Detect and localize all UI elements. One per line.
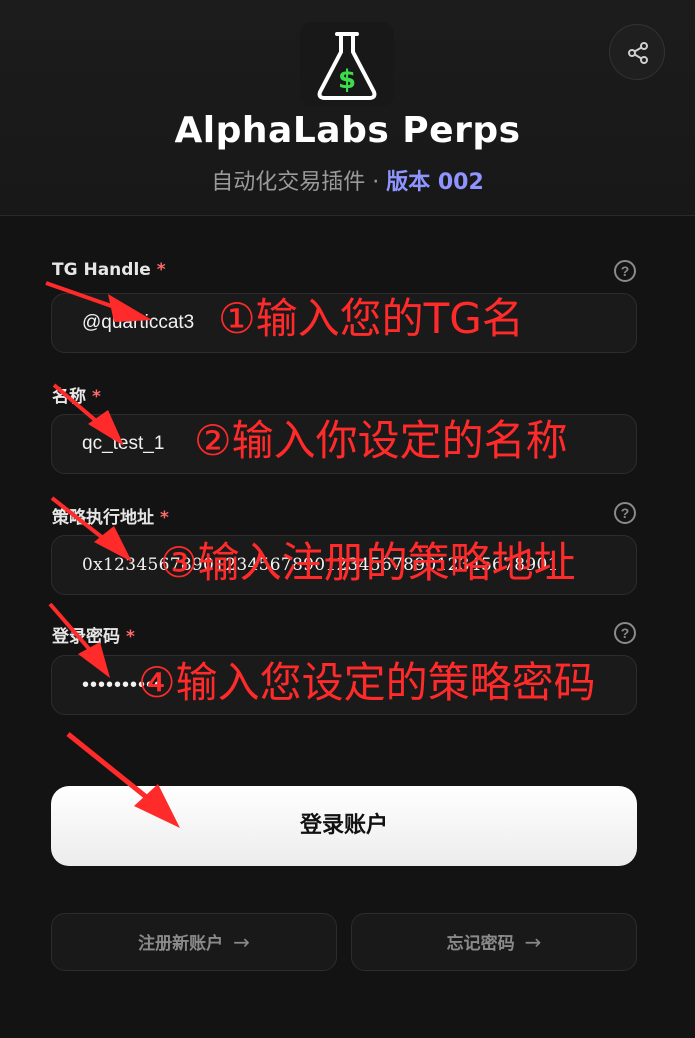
strategy-address-label: 策略执行地址 *	[52, 503, 169, 528]
forgot-password-button[interactable]: 忘记密码 →	[351, 913, 637, 971]
annotation-strategy-address: ③输入注册的策略地址	[160, 538, 576, 587]
arrow-right-icon: →	[524, 930, 542, 954]
tg-handle-label-text: TG Handle	[52, 260, 151, 280]
app-logo: $	[300, 22, 394, 106]
version-badge: 版本 002	[386, 170, 484, 195]
app-subtitle: 自动化交易插件 · 版本 002	[0, 164, 695, 196]
annotation-password: ④输入您设定的策略密码	[138, 658, 596, 707]
header: $ AlphaLabs Perps 自动化交易插件 · 版本 002	[0, 0, 695, 216]
annotation-name: ②输入你设定的名称	[194, 416, 568, 465]
required-marker: *	[156, 260, 166, 280]
name-label-text: 名称	[52, 387, 86, 407]
app-title: AlphaLabs Perps	[174, 110, 521, 151]
register-button[interactable]: 注册新账户 →	[51, 913, 337, 971]
share-icon	[628, 42, 648, 64]
forgot-password-button-label: 忘记密码	[446, 934, 515, 954]
required-marker: *	[160, 508, 169, 528]
share-button[interactable]	[609, 24, 665, 80]
register-button-label: 注册新账户	[138, 934, 224, 954]
tg-handle-label: TG Handle *	[52, 260, 166, 280]
svg-text:$: $	[338, 65, 356, 95]
arrow-right-icon: →	[233, 930, 250, 954]
required-marker: *	[126, 627, 135, 647]
flask-dollar-icon: $	[317, 32, 377, 100]
help-icon[interactable]: ?	[614, 502, 636, 524]
subtitle-text: 自动化交易插件 ·	[211, 170, 387, 195]
login-button[interactable]: 登录账户	[51, 786, 637, 866]
name-label: 名称 *	[52, 382, 101, 407]
strategy-address-label-text: 策略执行地址	[52, 508, 154, 528]
required-marker: *	[92, 387, 101, 407]
annotation-tg-handle: ①输入您的TG名	[218, 294, 524, 343]
help-icon[interactable]: ?	[614, 260, 636, 282]
password-label: 登录密码 *	[52, 622, 135, 647]
help-icon[interactable]: ?	[614, 622, 636, 644]
password-label-text: 登录密码	[52, 627, 120, 647]
